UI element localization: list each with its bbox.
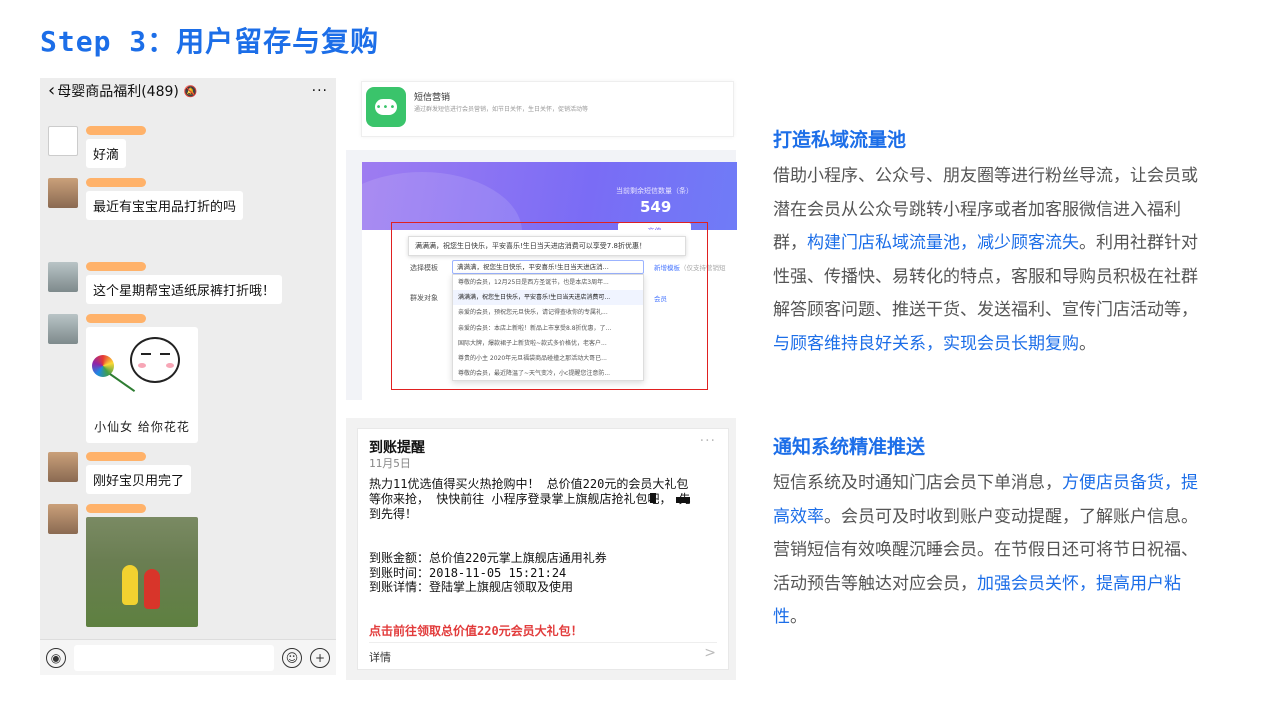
chat-message: 这个星期帮宝适纸尿裤打折哦！ — [48, 262, 283, 304]
redaction-mark — [650, 493, 656, 503]
sms-desc: 通过群发短信进行会员营销，如节日关怀，生日关怀，促销活动等 — [414, 106, 589, 113]
notice-date: 11月5日 — [369, 457, 411, 470]
avatar[interactable] — [48, 314, 78, 344]
sticker-text: 小仙女 给你花花 — [94, 420, 190, 434]
notice-field: 到账时间： 2018-11-05 15:21:24 — [369, 565, 567, 580]
avatar[interactable] — [48, 504, 78, 534]
sticker-face — [130, 337, 180, 383]
account-notice-card[interactable]: 到账提醒 ··· 11月5日 热力11优选值得买火热抢购中！ 总价值220元的会… — [357, 428, 729, 670]
message-bubble[interactable]: 这个星期帮宝适纸尿裤打折哦！ — [86, 275, 283, 304]
section-private-traffic: 打造私域流量池 借助小程序、公众号、朋友圈等进行粉丝导流，让会员或潜在会员从公众… — [773, 125, 1203, 361]
sms-title: 短信营销 — [414, 93, 451, 103]
avatar[interactable] — [48, 262, 78, 292]
nickname-redacted — [86, 504, 146, 513]
page-title: Step 3：用户留存与复购 — [40, 25, 380, 58]
back-icon[interactable]: ‹ — [48, 82, 55, 100]
message-bubble[interactable]: 好滴 — [86, 139, 127, 168]
add-icon[interactable]: + — [310, 647, 330, 668]
notice-detail-link[interactable]: 详情 — [369, 649, 391, 665]
emoji-icon[interactable]: ☺ — [282, 647, 302, 668]
message-bubble[interactable]: 刚好宝贝用完了 — [86, 465, 192, 494]
notice-title: 到账提醒 — [369, 440, 425, 456]
nickname-redacted — [86, 452, 146, 461]
chevron-right-icon[interactable]: > — [704, 645, 716, 661]
sticker-image[interactable]: 小仙女 给你花花 — [86, 327, 198, 443]
chat-message: 好滴 — [48, 126, 146, 168]
notice-field: 到账详情： 登陆掌上旗舰店领取及使用 — [369, 580, 574, 594]
section-title: 通知系统精准推送 — [773, 436, 926, 458]
sms-icon: ••• — [366, 87, 406, 127]
nickname-redacted — [86, 178, 146, 187]
group-name: 母婴商品福利(489) — [57, 84, 179, 100]
highlight-box — [391, 222, 708, 390]
section-text: 短信系统及时通知门店会员下单消息，方便店员备货，提高效率。会员可及时收到账户变动… — [773, 473, 1198, 627]
account-notice-panel: 到账提醒 ··· 11月5日 热力11优选值得买火热抢购中！ 总价值220元的会… — [346, 418, 736, 680]
chat-input-bar: ◉ ☺ + — [40, 639, 336, 675]
notice-cta[interactable]: 点击前往领取总价值220元会员大礼包！ — [369, 622, 583, 639]
avatar[interactable] — [48, 178, 78, 208]
avatar[interactable] — [48, 452, 78, 482]
photo-image[interactable] — [86, 517, 198, 627]
avatar[interactable] — [48, 126, 78, 156]
chat-message — [48, 504, 198, 627]
sms-marketing-card[interactable]: ••• 短信营销 通过群发短信进行会员营销，如节日关怀，生日关怀，促销活动等 — [361, 81, 734, 137]
more-icon[interactable]: ··· — [312, 83, 328, 99]
voice-icon[interactable]: ◉ — [46, 647, 66, 668]
chat-message: 最近有宝宝用品打折的吗 — [48, 178, 244, 220]
message-bubble[interactable]: 最近有宝宝用品打折的吗 — [86, 191, 244, 220]
message-input[interactable] — [74, 644, 274, 671]
chat-message: 刚好宝贝用完了 — [48, 452, 192, 494]
notice-fields: 到账金额： 总价值220元掌上旗舰店通用礼券 到账时间： 2018-11-05 15… — [369, 551, 709, 595]
mute-bell-icon: 🔕 — [183, 84, 198, 98]
chat-message: 小仙女 给你花花 — [48, 314, 198, 443]
nickname-redacted — [86, 126, 146, 135]
chat-header: ‹ 母婴商品福利(489) 🔕 ··· — [40, 78, 336, 104]
more-icon[interactable]: ··· — [700, 433, 716, 449]
nickname-redacted — [86, 262, 146, 271]
quota-label: 当前剩余短信数量（条） — [616, 187, 693, 195]
section-notification: 通知系统精准推送 短信系统及时通知门店会员下单消息，方便店员备货，提高效率。会员… — [773, 432, 1203, 635]
redaction-mark — [676, 497, 690, 503]
photo-figure — [122, 565, 138, 605]
section-title: 打造私域流量池 — [773, 129, 907, 151]
photo-figure — [144, 569, 160, 609]
nickname-redacted — [86, 314, 146, 323]
section-text: 借助小程序、公众号、朋友圈等进行粉丝导流，让会员或潜在会员从公众号跳转小程序或者… — [773, 166, 1198, 354]
notice-field: 到账金额： 总价值220元掌上旗舰店通用礼券 — [369, 551, 607, 565]
group-chat-panel: ‹ 母婴商品福利(489) 🔕 ··· 好滴 最近有宝宝用品打折的吗 这个星期帮… — [40, 78, 336, 675]
quota-value: 549 — [640, 198, 672, 216]
